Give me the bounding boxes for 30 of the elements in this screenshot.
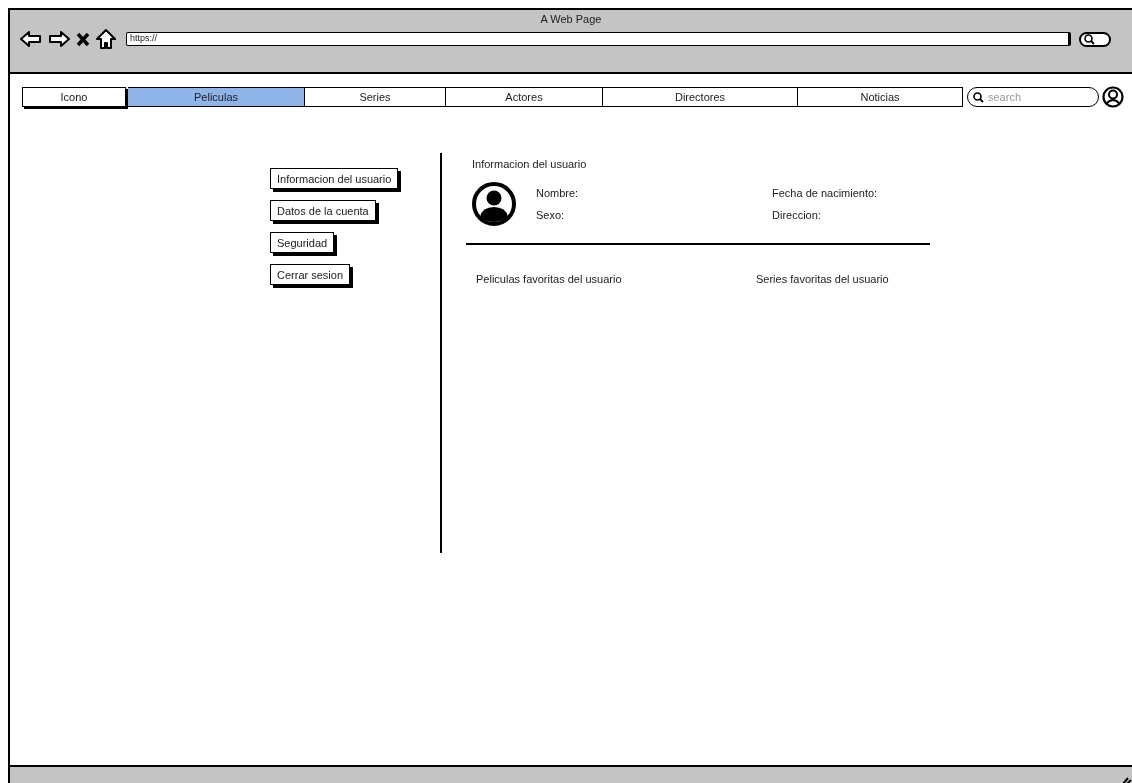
window-title: A Web Page — [540, 13, 602, 25]
forward-arrow-icon[interactable] — [48, 30, 70, 48]
search-icon — [1084, 33, 1095, 45]
avatar-icon — [472, 182, 516, 226]
field-label: Direccion: — [772, 209, 822, 221]
home-icon[interactable] — [96, 29, 116, 49]
search-button[interactable] — [1079, 31, 1111, 47]
field-label: Nombre: — [536, 187, 580, 199]
section-heading: Series favoritas del usuario — [756, 273, 889, 285]
sidebar-button[interactable]: Informacion del usuario — [270, 168, 399, 189]
field-label: Sexo: — [536, 209, 566, 221]
search-field[interactable]: search — [967, 87, 1099, 107]
close-icon[interactable] — [76, 31, 90, 47]
section-title: Informacion del usuario — [472, 158, 588, 170]
section-heading: Peliculas favoritas del usuario — [476, 273, 623, 285]
sidebar-button[interactable]: Datos de la cuenta — [270, 200, 376, 221]
user-icon[interactable] — [1102, 86, 1124, 108]
resize-grip-icon[interactable] — [1122, 775, 1132, 783]
search-icon — [973, 92, 984, 103]
url-field[interactable]: https:// — [126, 32, 1071, 46]
sidebar-button[interactable]: Seguridad — [270, 232, 335, 253]
sidebar-button[interactable]: Cerrar sesion — [270, 264, 351, 285]
nav-tab[interactable]: Noticias — [798, 87, 963, 107]
back-arrow-icon[interactable] — [20, 30, 42, 48]
nav-tab[interactable]: Actores — [446, 87, 603, 107]
nav-tab[interactable]: Directores — [603, 87, 798, 107]
nav-tab[interactable]: Peliculas — [128, 87, 305, 107]
field-label: Fecha de nacimiento: — [772, 187, 879, 199]
nav-tab[interactable]: Series — [305, 87, 446, 107]
nav-tab[interactable]: Icono — [22, 87, 126, 107]
